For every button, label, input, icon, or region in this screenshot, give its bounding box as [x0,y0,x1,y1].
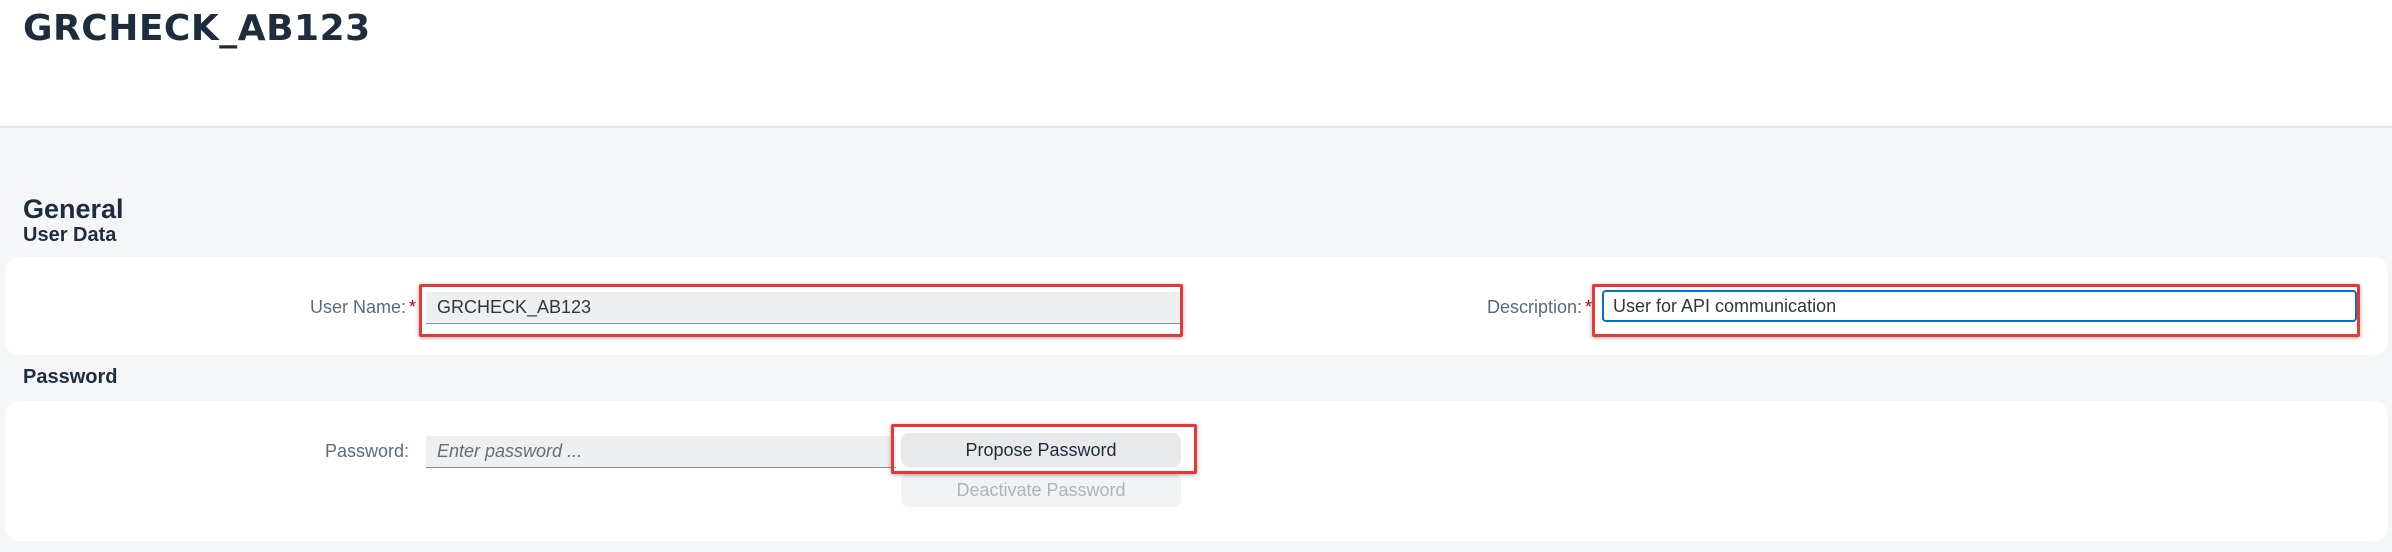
user-name-field[interactable]: GRCHECK_AB123 [426,292,1181,324]
page-header: GRCHECK_AB123 [0,0,2392,128]
subsection-title-password: Password [23,366,118,388]
user-data-card: User Name: * GRCHECK_AB123 Description: * … [5,257,2388,355]
section-title-general: General [23,194,124,224]
page-title: GRCHECK_AB123 [23,8,371,49]
deactivate-password-button: Deactivate Password [901,473,1181,507]
propose-password-button[interactable]: Propose Password [901,433,1181,467]
description-field[interactable]: User for API communication [1602,290,2357,322]
description-label: Description: * [1487,297,1593,317]
password-card: Password: Enter password ... Propose Pas… [5,401,2388,541]
required-marker: * [1585,297,1593,317]
required-marker: * [409,297,417,317]
subsection-title-user-data: User Data [23,224,117,246]
password-label: Password: [325,441,410,461]
user-name-label: User Name: * [310,297,417,317]
password-input[interactable]: Enter password ... [426,436,896,468]
